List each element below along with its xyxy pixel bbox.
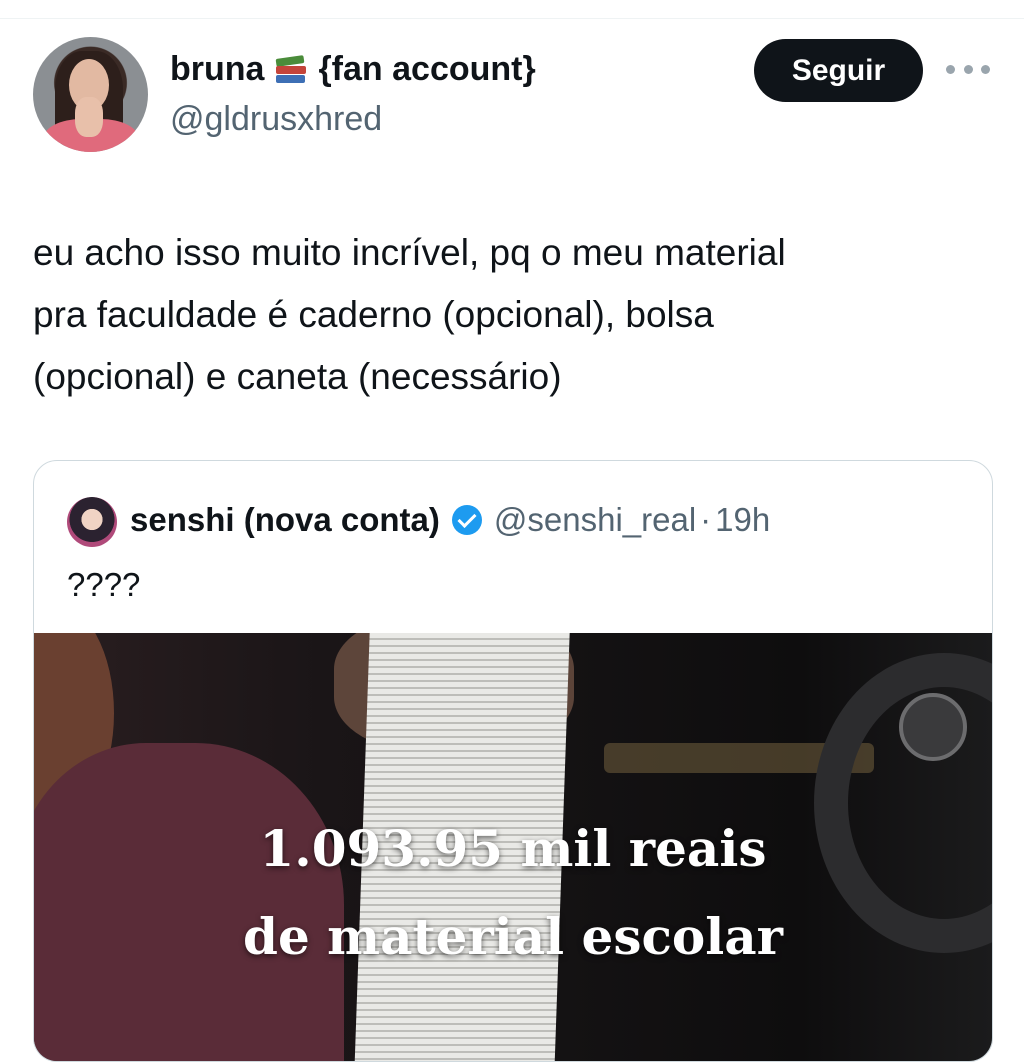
separator-dot: · bbox=[700, 501, 712, 538]
media-caption-line: de material escolar bbox=[242, 907, 783, 966]
quoted-tweet-text: ???? bbox=[67, 566, 141, 603]
author-name-suffix: {fan account} bbox=[318, 50, 536, 88]
verified-badge-icon bbox=[451, 505, 482, 535]
tweet-text-line: eu acho isso muito incrível, pq o meu ma… bbox=[33, 232, 786, 273]
media-caption: 1.093.95 mil reais de material escolar bbox=[34, 805, 992, 981]
quoted-author-name: senshi (nova conta) bbox=[130, 501, 440, 538]
tweet-text-line: (opcional) e caneta (necessário) bbox=[33, 356, 562, 397]
tweet-text-line: pra faculdade é caderno (opcional), bols… bbox=[33, 294, 714, 335]
top-divider bbox=[0, 18, 1024, 19]
follow-button[interactable]: Seguir bbox=[754, 39, 923, 102]
avatar-hands bbox=[75, 97, 103, 137]
author-name: bruna bbox=[170, 50, 265, 88]
tweet-text: eu acho isso muito incrível, pq o meu ma… bbox=[33, 222, 993, 408]
quoted-tweet-media[interactable]: 1.093.95 mil reais de material escolar bbox=[34, 633, 992, 1061]
media-caption-line: 1.093.95 mil reais bbox=[259, 819, 767, 878]
quoted-author-handle: @senshi_real bbox=[493, 501, 697, 538]
author-avatar[interactable] bbox=[33, 37, 148, 152]
quoted-tweet-card[interactable]: senshi (nova conta) @senshi_real · 19h ?… bbox=[33, 460, 993, 1062]
books-icon bbox=[274, 53, 308, 87]
more-options-icon[interactable] bbox=[946, 63, 990, 75]
media-steering-hub bbox=[899, 693, 967, 761]
quoted-tweet-header: senshi (nova conta) @senshi_real · 19h bbox=[130, 501, 770, 539]
author-display-name[interactable]: bruna {fan account} bbox=[170, 50, 536, 89]
quoted-tweet-time: 19h bbox=[715, 501, 771, 538]
quoted-author-avatar bbox=[67, 497, 117, 547]
author-handle[interactable]: @gldrusxhred bbox=[170, 100, 382, 139]
